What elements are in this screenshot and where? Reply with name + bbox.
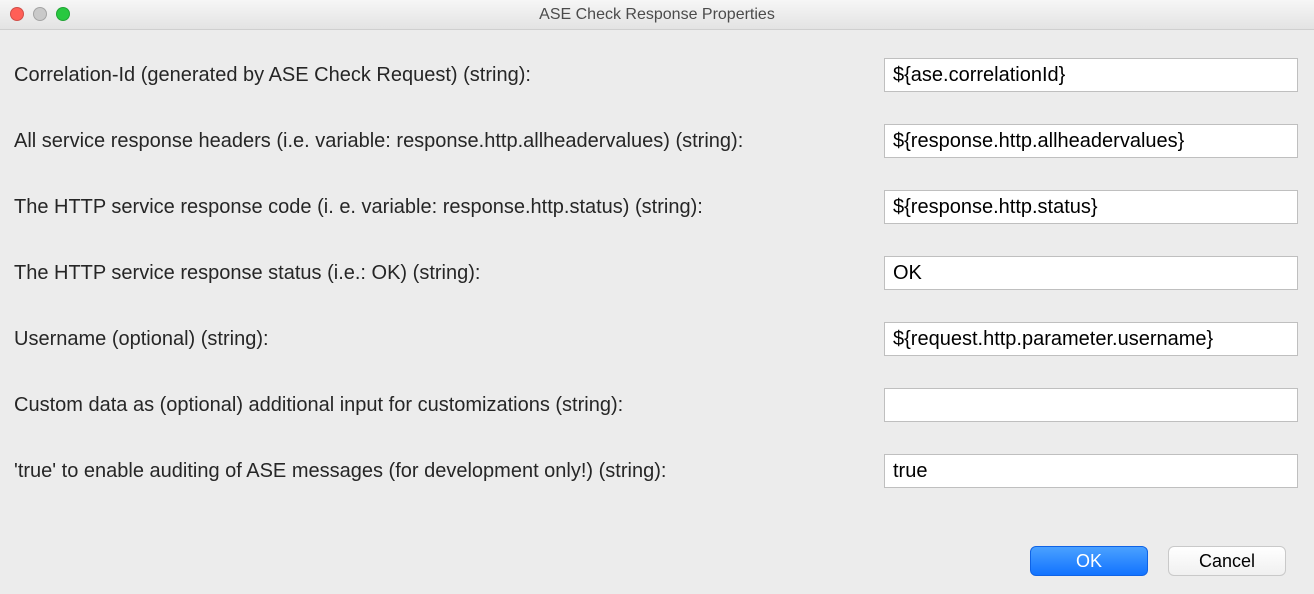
label-response-headers: All service response headers (i.e. varia… [14,128,884,155]
row-response-code: The HTTP service response code (i. e. va… [14,190,1300,224]
dialog-content: Correlation-Id (generated by ASE Check R… [0,30,1314,594]
row-custom-data: Custom data as (optional) additional inp… [14,388,1300,422]
row-username: Username (optional) (string): [14,322,1300,356]
minimize-icon [33,7,47,21]
input-response-code[interactable] [884,190,1298,224]
label-response-status: The HTTP service response status (i.e.: … [14,260,884,287]
maximize-icon[interactable] [56,7,70,21]
ok-button[interactable]: OK [1030,546,1148,576]
label-correlation-id: Correlation-Id (generated by ASE Check R… [14,62,884,89]
label-auditing: 'true' to enable auditing of ASE message… [14,458,884,485]
traffic-lights [10,7,70,21]
row-correlation-id: Correlation-Id (generated by ASE Check R… [14,58,1300,92]
cancel-button[interactable]: Cancel [1168,546,1286,576]
label-custom-data: Custom data as (optional) additional inp… [14,392,884,419]
window-titlebar: ASE Check Response Properties [0,0,1314,30]
input-auditing[interactable] [884,454,1298,488]
input-response-headers[interactable] [884,124,1298,158]
row-response-headers: All service response headers (i.e. varia… [14,124,1300,158]
form: Correlation-Id (generated by ASE Check R… [14,58,1300,546]
window-title: ASE Check Response Properties [539,6,775,24]
row-response-status: The HTTP service response status (i.e.: … [14,256,1300,290]
input-username[interactable] [884,322,1298,356]
input-correlation-id[interactable] [884,58,1298,92]
label-response-code: The HTTP service response code (i. e. va… [14,194,884,221]
input-custom-data[interactable] [884,388,1298,422]
dialog-footer: OK Cancel [14,546,1300,582]
input-response-status[interactable] [884,256,1298,290]
label-username: Username (optional) (string): [14,326,884,353]
close-icon[interactable] [10,7,24,21]
row-auditing: 'true' to enable auditing of ASE message… [14,454,1300,488]
